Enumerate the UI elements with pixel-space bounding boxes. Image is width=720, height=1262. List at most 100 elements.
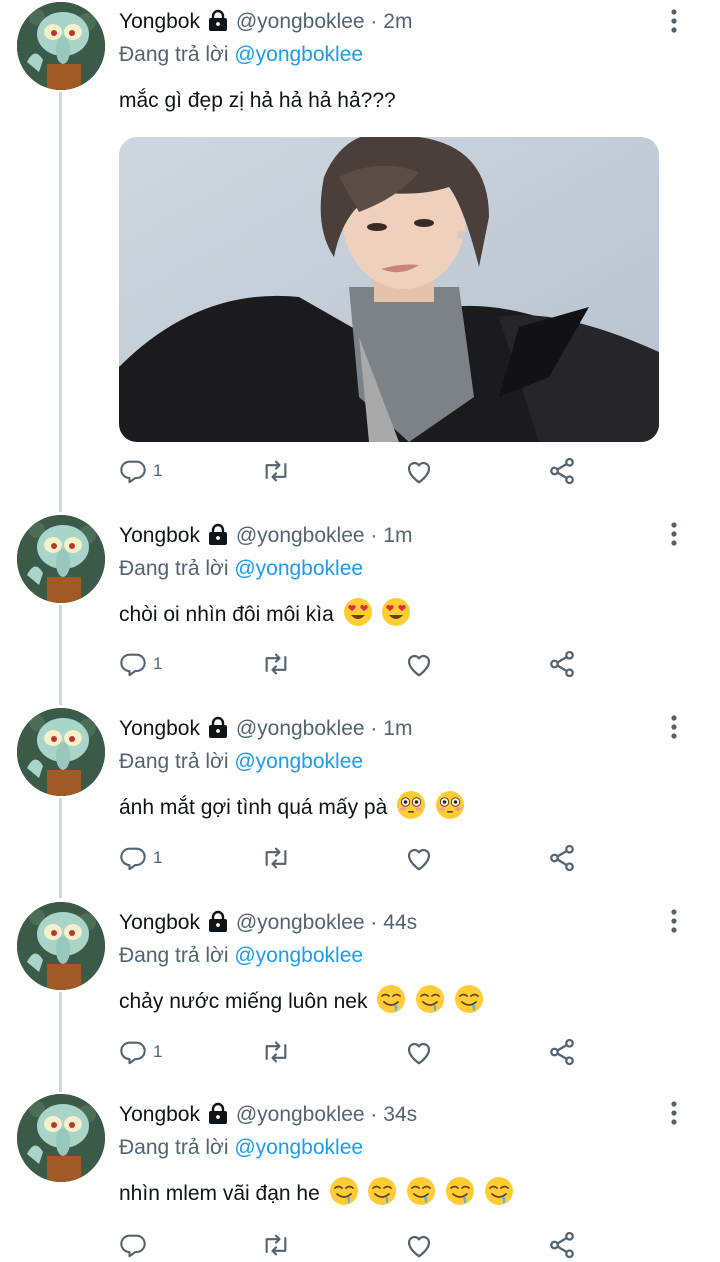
timestamp[interactable]: 34s <box>383 1103 417 1126</box>
display-name[interactable]: Yongbok <box>119 10 200 33</box>
heart-icon <box>407 461 431 484</box>
retweet-icon <box>265 847 287 869</box>
replying-prefix: Đang trả lời <box>119 1136 229 1159</box>
replying-mention[interactable]: @yongboklee <box>234 944 363 967</box>
display-name[interactable]: Yongbok <box>119 1103 200 1126</box>
avatar[interactable] <box>17 1094 105 1182</box>
replying-to: Đang trả lời @yongboklee <box>119 748 363 776</box>
tweet-header: Yongbok @yongboklee · 34s <box>119 1101 417 1132</box>
display-name[interactable]: Yongbok <box>119 717 200 740</box>
retweet-icon <box>265 460 287 482</box>
more-options-icon[interactable] <box>664 906 684 936</box>
drooling-emoji <box>416 985 445 1013</box>
share-button[interactable] <box>547 647 577 681</box>
flushed-emoji <box>397 791 426 819</box>
display-name[interactable]: Yongbok <box>119 524 200 547</box>
retweet-button[interactable] <box>260 454 292 488</box>
share-icon <box>550 844 574 872</box>
share-button[interactable] <box>547 1228 577 1262</box>
retweet-button[interactable] <box>260 1228 292 1262</box>
avatar[interactable] <box>17 515 105 603</box>
replying-mention[interactable]: @yongboklee <box>234 557 363 580</box>
reply-button[interactable]: 1 <box>119 841 162 875</box>
replying-mention[interactable]: @yongboklee <box>234 43 363 66</box>
tweet[interactable]: Yongbok @yongboklee · 2m Đang trả lời @y… <box>0 0 720 505</box>
more-options-icon[interactable] <box>664 6 684 36</box>
reply-count: 1 <box>153 1042 163 1061</box>
tweet-text-content: chòi oi nhìn đôi môi kìa <box>119 603 334 626</box>
lock-icon <box>206 1102 230 1132</box>
avatar[interactable] <box>17 902 105 990</box>
retweet-button[interactable] <box>260 647 292 681</box>
reply-icon <box>120 1234 146 1258</box>
reply-button[interactable] <box>119 1228 147 1262</box>
timestamp[interactable]: 44s <box>383 911 417 934</box>
reply-button[interactable]: 1 <box>119 454 162 488</box>
tweet-photo[interactable] <box>119 137 659 442</box>
tweet-actions: 1 <box>119 1035 589 1069</box>
tweet[interactable]: Yongbok @yongboklee · 1m Đang trả lời @y… <box>0 515 720 700</box>
replying-mention[interactable]: @yongboklee <box>234 750 363 773</box>
tweet-actions: 1 <box>119 841 589 875</box>
share-icon <box>550 457 574 485</box>
tweet[interactable]: Yongbok @yongboklee · 44s Đang trả lời @… <box>0 902 720 1087</box>
handle[interactable]: @yongboklee <box>236 717 365 740</box>
handle[interactable]: @yongboklee <box>236 911 365 934</box>
tweet-text-content: mắc gì đẹp zị hả hả hả hả??? <box>119 89 396 112</box>
lock-icon <box>206 9 230 39</box>
separator: · <box>370 717 378 740</box>
separator: · <box>370 1103 378 1126</box>
drooling-emoji <box>446 1177 475 1205</box>
tweet-text-content: chảy nước miếng luôn nek <box>119 990 368 1013</box>
retweet-icon <box>265 1041 287 1063</box>
replying-to: Đang trả lời @yongboklee <box>119 942 363 970</box>
heart-icon <box>407 1042 431 1065</box>
drooling-emoji <box>377 985 406 1013</box>
heart-eyes-emoji <box>382 598 411 626</box>
timestamp[interactable]: 2m <box>383 10 412 33</box>
tweet-header: Yongbok @yongboklee · 2m <box>119 8 412 39</box>
reply-icon <box>120 847 146 871</box>
handle[interactable]: @yongboklee <box>236 10 365 33</box>
flushed-emoji <box>435 791 464 819</box>
tweet[interactable]: Yongbok @yongboklee · 1m Đang trả lời @y… <box>0 708 720 893</box>
reply-icon <box>120 460 146 484</box>
timestamp[interactable]: 1m <box>383 524 412 547</box>
display-name[interactable]: Yongbok <box>119 911 200 934</box>
handle[interactable]: @yongboklee <box>236 1103 365 1126</box>
more-options-icon[interactable] <box>664 519 684 549</box>
tweet-header: Yongbok @yongboklee · 1m <box>119 522 412 553</box>
like-button[interactable] <box>404 1035 434 1069</box>
like-button[interactable] <box>404 1228 434 1262</box>
heart-icon <box>407 1235 431 1258</box>
replying-mention[interactable]: @yongboklee <box>234 1136 363 1159</box>
replying-to: Đang trả lời @yongboklee <box>119 555 363 583</box>
retweet-button[interactable] <box>260 1035 292 1069</box>
share-button[interactable] <box>547 841 577 875</box>
reply-button[interactable]: 1 <box>119 647 162 681</box>
tweet[interactable]: Yongbok @yongboklee · 34s Đang trả lời @… <box>0 1094 720 1260</box>
tweet-actions: 1 <box>119 647 589 681</box>
more-options-icon[interactable] <box>664 1098 684 1128</box>
heart-icon <box>407 654 431 677</box>
separator: · <box>370 911 378 934</box>
more-options-icon[interactable] <box>664 712 684 742</box>
retweet-icon <box>265 653 287 675</box>
retweet-button[interactable] <box>260 841 292 875</box>
replying-prefix: Đang trả lời <box>119 944 229 967</box>
share-button[interactable] <box>547 454 577 488</box>
like-button[interactable] <box>404 647 434 681</box>
avatar[interactable] <box>17 2 105 90</box>
separator: · <box>370 10 378 33</box>
handle[interactable]: @yongboklee <box>236 524 365 547</box>
tweet-actions <box>119 1228 589 1262</box>
like-button[interactable] <box>404 454 434 488</box>
share-button[interactable] <box>547 1035 577 1069</box>
reply-button[interactable]: 1 <box>119 1035 162 1069</box>
avatar[interactable] <box>17 708 105 796</box>
like-button[interactable] <box>404 841 434 875</box>
reply-icon <box>120 653 146 677</box>
timestamp[interactable]: 1m <box>383 717 412 740</box>
drooling-emoji <box>485 1177 514 1205</box>
retweet-icon <box>265 1234 287 1256</box>
